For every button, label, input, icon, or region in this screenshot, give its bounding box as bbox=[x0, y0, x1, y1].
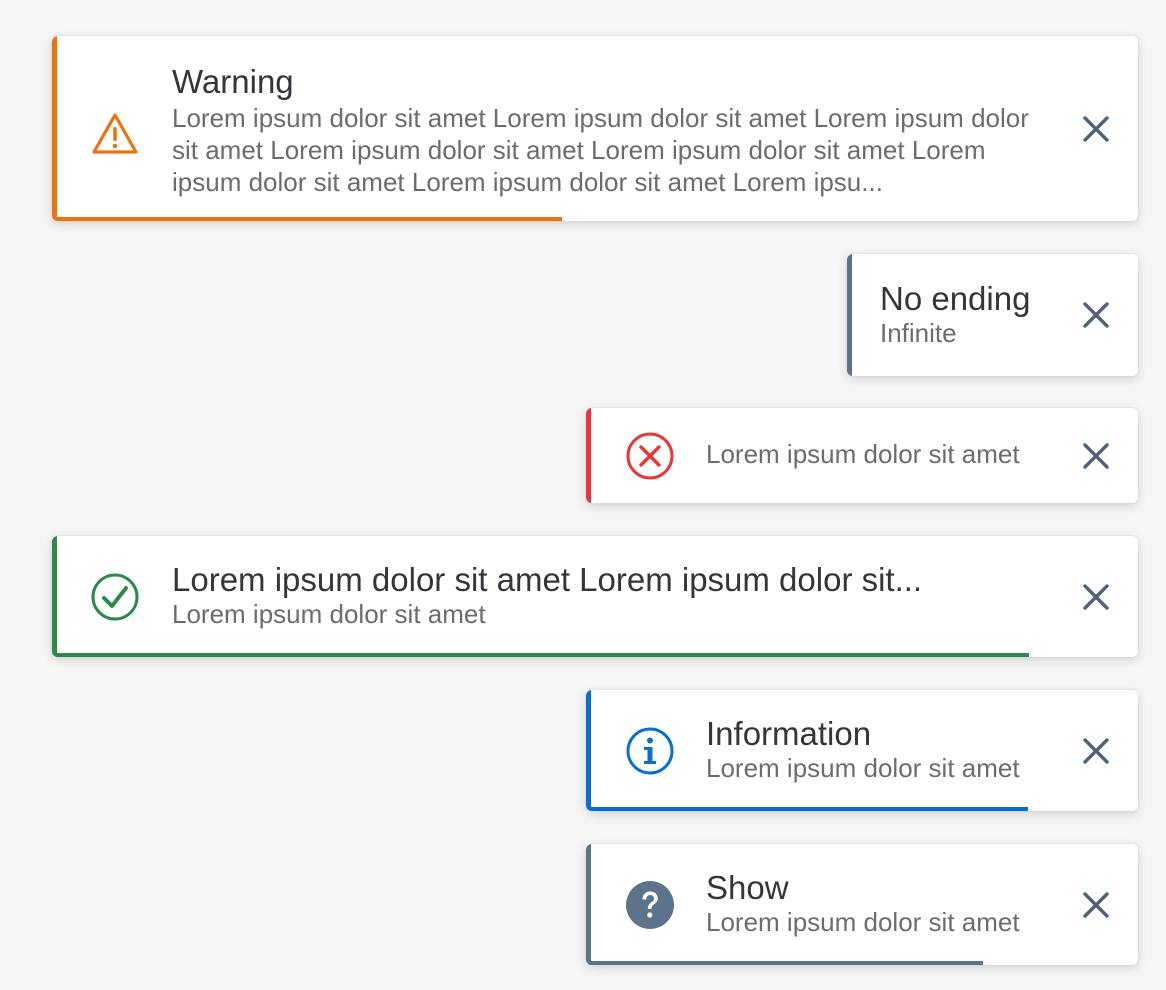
toast-title: Lorem ipsum dolor sit amet Lorem ipsum d… bbox=[172, 562, 923, 598]
toast-message: Lorem ipsum dolor sit amet bbox=[706, 753, 1020, 783]
toast-title: Show bbox=[706, 870, 789, 906]
success-check-icon bbox=[90, 572, 140, 622]
toast-progress-bar bbox=[52, 653, 1030, 657]
info-icon bbox=[625, 726, 675, 776]
toast-no-ending: No ending Infinite bbox=[847, 254, 1138, 376]
close-button[interactable] bbox=[1076, 436, 1116, 476]
close-button[interactable] bbox=[1076, 295, 1116, 335]
toast-accent-bar bbox=[847, 254, 852, 376]
toast-error: Lorem ipsum dolor sit amet bbox=[586, 408, 1138, 503]
toast-progress-bar bbox=[586, 961, 984, 965]
close-button[interactable] bbox=[1076, 577, 1116, 617]
toast-accent-bar bbox=[586, 844, 591, 965]
close-button[interactable] bbox=[1076, 731, 1116, 771]
toast-accent-bar bbox=[586, 690, 591, 811]
close-icon bbox=[1081, 582, 1111, 612]
close-button[interactable] bbox=[1076, 885, 1116, 925]
question-icon bbox=[625, 880, 675, 930]
toast-title: No ending bbox=[880, 281, 1031, 317]
toast-message: Infinite bbox=[880, 318, 957, 348]
toast-message: Lorem ipsum dolor sit amet bbox=[172, 599, 486, 629]
close-icon bbox=[1081, 736, 1111, 766]
toast-message: Lorem ipsum dolor sit amet bbox=[706, 439, 1020, 469]
toast-success: Lorem ipsum dolor sit amet Lorem ipsum d… bbox=[52, 536, 1138, 657]
toast-message: Lorem ipsum dolor sit amet Lorem ipsum d… bbox=[172, 103, 1029, 197]
toast-question: Show Lorem ipsum dolor sit amet bbox=[586, 844, 1138, 965]
close-icon bbox=[1081, 114, 1111, 144]
close-button[interactable] bbox=[1076, 109, 1116, 149]
toast-warning: Warning Lorem ipsum dolor sit amet Lorem… bbox=[52, 36, 1138, 221]
close-icon bbox=[1081, 441, 1111, 471]
toast-progress-bar bbox=[586, 807, 1028, 811]
toast-accent-bar bbox=[586, 408, 591, 503]
toast-message: Lorem ipsum dolor sit amet bbox=[706, 907, 1020, 937]
toast-information: Information Lorem ipsum dolor sit amet bbox=[586, 690, 1138, 811]
toast-accent-bar bbox=[52, 36, 57, 221]
toast-progress-bar bbox=[52, 217, 563, 221]
close-icon bbox=[1081, 300, 1111, 330]
toast-title: Warning bbox=[172, 64, 294, 100]
error-icon bbox=[625, 431, 675, 481]
warning-icon bbox=[90, 110, 140, 160]
close-icon bbox=[1081, 890, 1111, 920]
toast-title: Information bbox=[706, 716, 872, 752]
toast-accent-bar bbox=[52, 536, 57, 657]
